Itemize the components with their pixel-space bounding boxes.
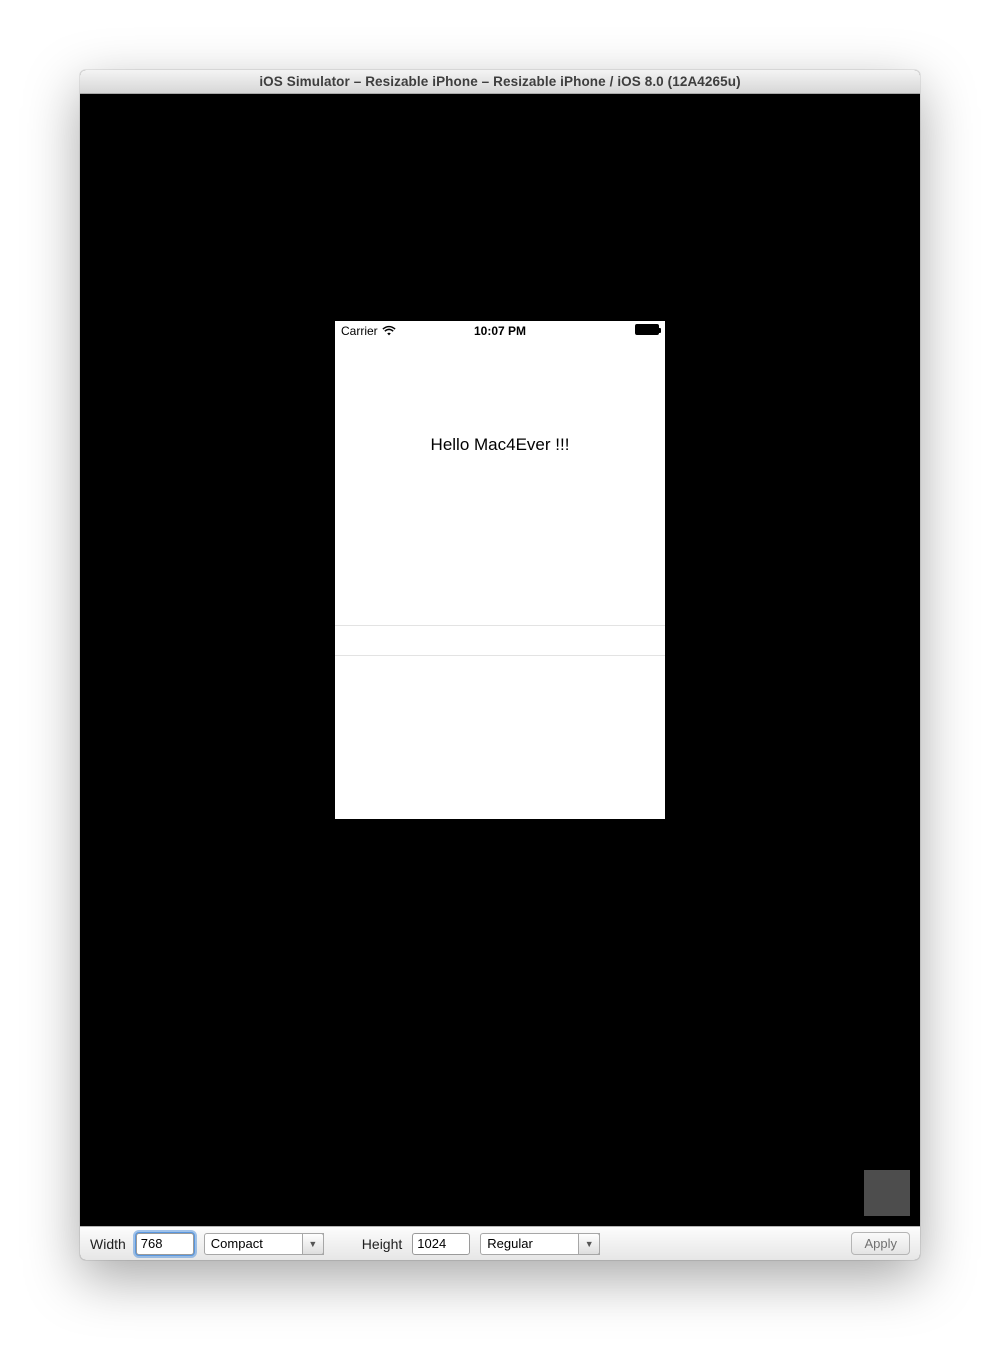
simulator-toolbar: Width ▼ Height ▼ Apply [80, 1226, 920, 1260]
separator-line [335, 655, 665, 656]
window-titlebar[interactable]: iOS Simulator – Resizable iPhone – Resiz… [80, 70, 920, 94]
app-content: Hello Mac4Ever !!! [335, 341, 665, 819]
resize-handle[interactable] [864, 1170, 910, 1216]
simulator-window: iOS Simulator – Resizable iPhone – Resiz… [80, 70, 920, 1260]
width-input[interactable] [136, 1233, 194, 1255]
height-label: Height [362, 1236, 402, 1252]
hello-label: Hello Mac4Ever !!! [335, 435, 665, 455]
apply-button[interactable]: Apply [851, 1232, 910, 1255]
height-input[interactable] [412, 1233, 470, 1255]
window-title: iOS Simulator – Resizable iPhone – Resiz… [259, 74, 740, 89]
simulator-viewport: Carrier 10:07 PM Hello Mac4Ever !!! [80, 94, 920, 1226]
wifi-icon [382, 325, 396, 337]
carrier-label: Carrier [341, 324, 378, 338]
ios-status-bar: Carrier 10:07 PM [335, 321, 665, 341]
width-size-class-select[interactable]: ▼ [204, 1233, 324, 1255]
status-left: Carrier [341, 324, 396, 338]
battery-icon [635, 324, 659, 335]
status-right [635, 324, 659, 338]
chevron-down-icon[interactable]: ▼ [578, 1233, 600, 1255]
simulated-device-screen: Carrier 10:07 PM Hello Mac4Ever !!! [335, 321, 665, 819]
separator-line [335, 625, 665, 626]
width-label: Width [90, 1236, 126, 1252]
height-size-class-select[interactable]: ▼ [480, 1233, 600, 1255]
chevron-down-icon[interactable]: ▼ [302, 1233, 324, 1255]
